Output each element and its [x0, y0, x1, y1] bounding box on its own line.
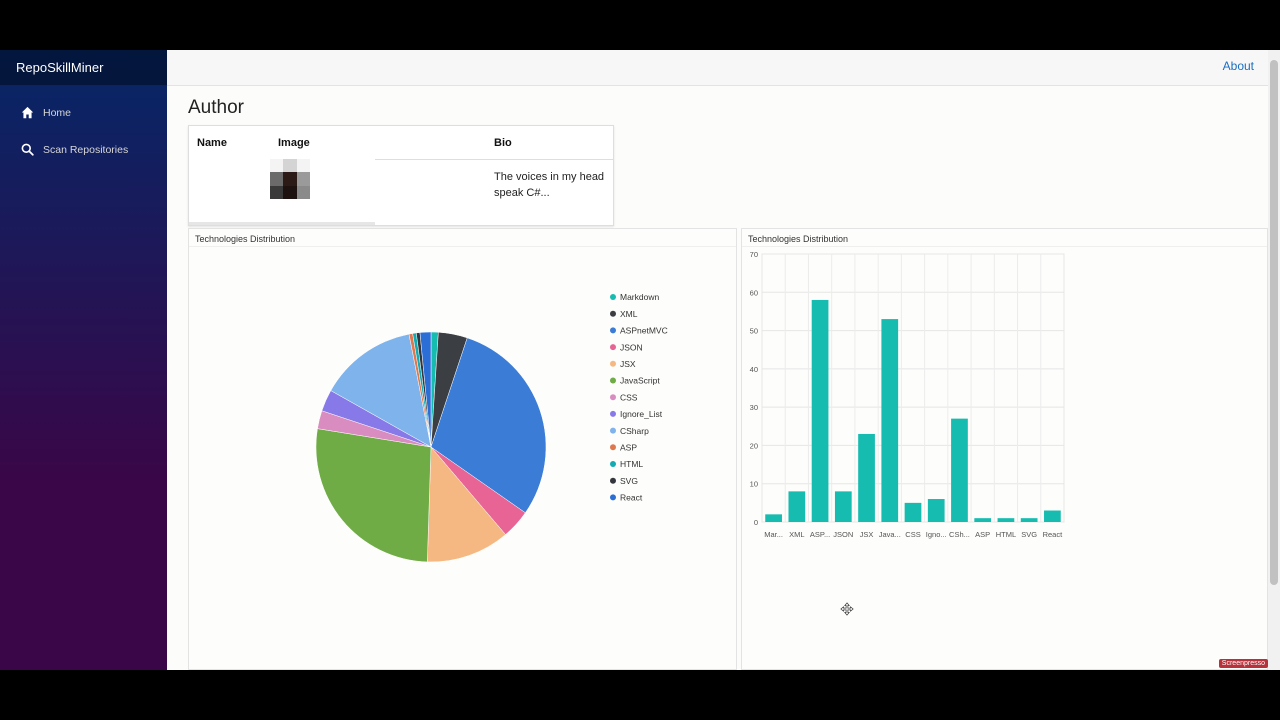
bar-chart-panel: Technologies Distribution 0 10 20 30 40 50 60 7…	[741, 228, 1268, 670]
x-tick-label: React	[1043, 530, 1064, 539]
watermark: Screenpresso	[1218, 659, 1268, 668]
header-name: Name	[197, 137, 227, 149]
pie-chart-panel: Technologies Distribution Markdown XML ASP…	[188, 228, 737, 670]
x-tick-label: Mar...	[764, 530, 783, 539]
bar[interactable]	[858, 433, 875, 522]
author-bio: The voices in my head speak C#...	[494, 171, 605, 199]
legend-label[interactable]: Ignore_List	[620, 409, 663, 419]
legend-marker	[610, 477, 616, 484]
bar[interactable]	[904, 502, 922, 522]
sidebar: RepoSkillMiner Home Scan Repositories	[0, 50, 167, 670]
browser-viewport: RepoSkillMiner Home Scan Repositories Ab…	[0, 50, 1280, 670]
legend-label[interactable]: JavaScript	[620, 376, 660, 386]
y-tick-label: 0	[754, 518, 758, 527]
header-bio: Bio	[494, 137, 512, 149]
header-image: Image	[278, 137, 310, 149]
nav-item-home[interactable]: Home	[0, 94, 167, 131]
y-tick-label: 60	[750, 288, 758, 297]
x-tick-label: CSS	[905, 530, 920, 539]
legend-marker	[610, 377, 616, 384]
table-scrollbar[interactable]	[189, 222, 375, 225]
bar[interactable]	[951, 418, 968, 522]
x-tick-label: ASP	[975, 530, 990, 539]
page-scrollbar[interactable]	[1268, 50, 1280, 670]
avatar	[270, 159, 310, 199]
x-tick-label: HTML	[996, 530, 1016, 539]
legend-label[interactable]: JSON	[620, 342, 643, 352]
y-tick-label: 70	[750, 250, 758, 259]
pie-chart: Markdown XML ASPnetMVC JSON JSX JavaScript CSS…	[315, 292, 668, 563]
x-tick-label: SVG	[1021, 530, 1037, 539]
y-tick-label: 20	[750, 441, 758, 450]
y-tick-label: 50	[750, 327, 758, 336]
x-tick-label: Java...	[879, 530, 901, 539]
bar[interactable]	[1020, 518, 1038, 522]
legend-label[interactable]: ASPnetMVC	[620, 326, 668, 336]
bar[interactable]	[974, 518, 992, 522]
x-tick-label: JSX	[860, 530, 874, 539]
legend-label[interactable]: JSX	[620, 359, 636, 369]
legend-marker	[610, 394, 616, 401]
y-tick-label: 10	[750, 480, 758, 489]
legend-marker	[610, 494, 616, 501]
author-table: Name Image Bio The voices in my head spe…	[188, 125, 614, 226]
pie-slice-javascript[interactable]	[315, 428, 432, 563]
legend-marker	[610, 327, 616, 334]
top-row: About	[167, 50, 1268, 86]
legend-label[interactable]: SVG	[620, 476, 638, 486]
bar[interactable]	[997, 518, 1015, 522]
x-tick-label: XML	[789, 530, 804, 539]
y-tick-label: 30	[750, 403, 758, 412]
legend-marker	[610, 294, 616, 300]
legend-label[interactable]: Markdown	[620, 292, 659, 302]
legend-marker	[610, 410, 616, 417]
legend-marker	[610, 444, 616, 451]
x-tick-label: JSON	[833, 530, 853, 539]
plot-area	[761, 253, 1065, 523]
legend-marker	[610, 427, 616, 434]
bar[interactable]	[881, 319, 899, 522]
nav-item-scan-repositories[interactable]: Scan Repositories	[0, 131, 167, 168]
bar[interactable]	[1044, 510, 1061, 522]
legend-marker	[610, 360, 616, 367]
bar[interactable]	[811, 299, 829, 522]
bar[interactable]	[765, 514, 782, 522]
bar[interactable]	[927, 499, 945, 522]
search-icon	[21, 143, 34, 156]
move-cursor-icon	[840, 602, 854, 616]
x-tick-label: CSh...	[949, 530, 970, 539]
legend-label[interactable]: React	[620, 493, 643, 503]
legend-label[interactable]: XML	[620, 309, 638, 319]
x-tick-label: Igno...	[926, 530, 947, 539]
bar[interactable]	[788, 491, 806, 522]
brand-title[interactable]: RepoSkillMiner	[0, 50, 167, 85]
bar-chart: 0 10 20 30 40 50 60 70 Mar... XML ASP... JSON JSX Jav…	[750, 250, 1065, 539]
bar[interactable]	[834, 491, 852, 522]
nav-item-scan-label: Scan Repositories	[43, 143, 129, 156]
legend-label[interactable]: CSS	[620, 392, 638, 402]
nav-item-home-label: Home	[43, 106, 72, 119]
legend-marker	[610, 461, 616, 467]
legend-marker	[610, 310, 616, 317]
scrollbar-thumb[interactable]	[1270, 60, 1278, 585]
legend-label[interactable]: ASP	[620, 443, 637, 453]
header-divider	[375, 159, 613, 160]
page-title: Author	[188, 97, 244, 118]
legend-marker	[610, 344, 616, 351]
home-icon	[21, 106, 34, 119]
y-tick-label: 40	[750, 365, 758, 374]
about-link[interactable]: About	[1223, 59, 1254, 73]
legend-label[interactable]: CSharp	[620, 426, 649, 436]
x-tick-label: ASP...	[810, 530, 830, 539]
legend-label[interactable]: HTML	[620, 459, 643, 469]
